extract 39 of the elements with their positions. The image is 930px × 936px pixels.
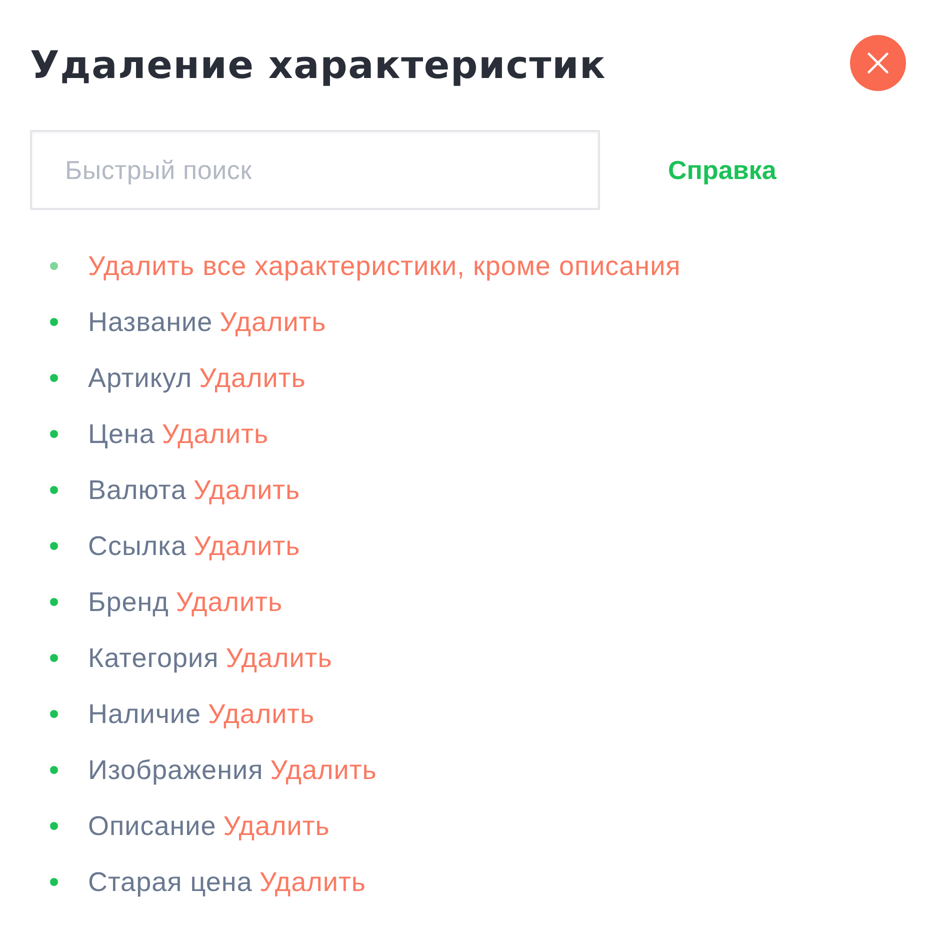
property-name: Валюта (88, 474, 187, 506)
delete-link[interactable]: Удалить (194, 530, 300, 562)
delete-link[interactable]: Удалить (259, 866, 366, 898)
property-name: Цена (88, 418, 155, 450)
delete-link[interactable]: Удалить (270, 754, 377, 786)
search-field[interactable]: Быстрый поиск (30, 130, 600, 210)
bullet-icon (50, 822, 58, 830)
bullet-icon (50, 598, 58, 606)
delete-link[interactable]: Удалить (208, 698, 315, 730)
property-name: Старая цена (88, 866, 252, 898)
delete-link[interactable]: Удалить (223, 810, 330, 842)
bullet-icon (50, 374, 58, 382)
delete-link[interactable]: Удалить (226, 642, 332, 674)
bullet-icon (50, 766, 58, 774)
property-name: Категория (88, 642, 219, 674)
bullet-icon (50, 878, 58, 886)
property-name: Наличие (88, 698, 202, 730)
bullet-icon (50, 486, 58, 494)
property-name: Изображения (88, 754, 264, 786)
close-icon (867, 52, 889, 74)
delete-link[interactable]: Удалить (176, 586, 283, 618)
bullet-icon (50, 654, 58, 662)
property-name: Название (88, 306, 213, 338)
bullet-icon (50, 262, 58, 270)
property-name: Описание (88, 810, 216, 842)
bullet-icon (50, 710, 58, 718)
delete-all-link[interactable]: Удалить все характеристики, кроме описания (88, 250, 681, 282)
bullet-icon (50, 542, 58, 550)
delete-link[interactable]: Удалить (199, 362, 306, 394)
property-name: Артикул (88, 362, 192, 394)
bullet-icon (50, 318, 58, 326)
delete-link[interactable]: Удалить (220, 306, 326, 338)
help-link[interactable]: Справка (668, 154, 776, 186)
property-name: Ссылка (88, 530, 187, 562)
property-name: Бренд (88, 586, 169, 618)
delete-link[interactable]: Удалить (194, 474, 300, 506)
bullet-icon (50, 430, 58, 438)
delete-link[interactable]: Удалить (162, 418, 269, 450)
dialog-title: Удаление характеристик (30, 42, 606, 89)
